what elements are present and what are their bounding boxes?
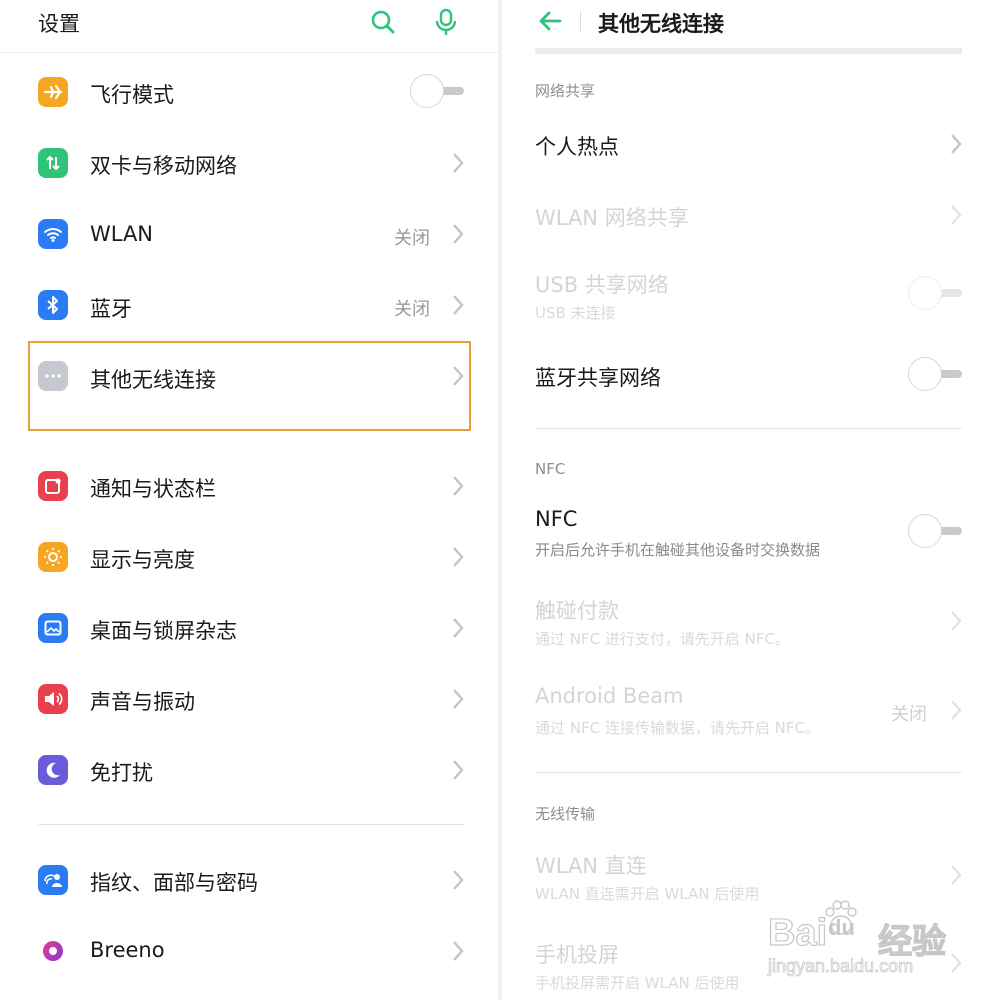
moon-icon	[38, 755, 68, 785]
item-label: 桌面与锁屏杂志	[90, 619, 237, 643]
bluetooth-icon	[38, 290, 68, 320]
chevron-right-icon	[453, 224, 464, 244]
section-header-wireless-transfer: 无线传输	[535, 805, 596, 823]
row-label: 触碰付款	[535, 599, 619, 623]
chevron-right-icon	[453, 689, 464, 709]
header-shadow	[535, 48, 962, 54]
item-label: 声音与振动	[90, 690, 195, 714]
chevron-right-icon	[951, 134, 962, 154]
airplane-mode-toggle[interactable]	[410, 74, 466, 110]
watermark-brand2: du	[828, 915, 855, 940]
row-label: Android Beam	[535, 684, 684, 708]
chevron-right-icon	[951, 205, 962, 225]
bluetooth-status: 关闭	[394, 299, 430, 320]
row-sublabel: WLAN 直连需开启 WLAN 后使用	[535, 885, 760, 903]
usb-sharing-toggle[interactable]	[908, 276, 964, 312]
chevron-right-icon	[951, 865, 962, 885]
settings-main-panel: 设置 飞行模式 双卡与移动网络 WLAN 关闭 蓝牙 关闭 其他无线连接 通知与…	[0, 0, 498, 1000]
other-wireless-panel: 其他无线连接 网络共享 个人热点 WLAN 网络共享 USB 共享网络 USB …	[502, 0, 1000, 1000]
item-label: 通知与状态栏	[90, 477, 216, 501]
sim-data-icon	[38, 148, 68, 178]
item-label: 双卡与移动网络	[90, 154, 237, 178]
chevron-right-icon	[453, 760, 464, 780]
item-label: 飞行模式	[90, 83, 174, 107]
airplane-icon	[38, 77, 68, 107]
wlan-status: 关闭	[394, 228, 430, 249]
fingerprint-face-icon	[38, 865, 68, 895]
chevron-right-icon	[453, 153, 464, 173]
row-label: WLAN 直连	[535, 854, 647, 878]
page-title: 其他无线连接	[598, 12, 724, 36]
microphone-icon[interactable]	[434, 8, 458, 36]
wifi-icon	[38, 219, 68, 249]
android-beam-status: 关闭	[891, 704, 927, 725]
breeno-icon	[38, 936, 68, 966]
section-header-nfc: NFC	[535, 460, 566, 478]
item-label: WLAN	[90, 222, 154, 246]
row-label: NFC	[535, 507, 578, 531]
nfc-toggle[interactable]	[908, 514, 964, 550]
back-arrow-icon[interactable]	[538, 10, 562, 32]
row-sublabel: 开启后允许手机在触碰其他设备时交换数据	[535, 541, 821, 559]
chevron-right-icon	[951, 700, 962, 720]
item-label: 显示与亮度	[90, 548, 195, 572]
row-label: WLAN 网络共享	[535, 206, 689, 230]
chevron-right-icon	[453, 618, 464, 638]
chevron-right-icon	[453, 870, 464, 890]
notification-icon	[38, 471, 68, 501]
row-label: 手机投屏	[535, 943, 619, 967]
watermark-url: jingyan.baidu.com	[768, 956, 914, 977]
title-separator	[580, 11, 581, 31]
search-icon[interactable]	[370, 9, 396, 35]
item-label: 指纹、面部与密码	[90, 871, 258, 895]
item-label: 免打扰	[90, 761, 153, 785]
chevron-right-icon	[951, 611, 962, 631]
highlight-box	[28, 341, 471, 431]
baidu-jingyan-watermark: Bai du 经验 jingyan.baidu.com	[767, 890, 993, 980]
bluetooth-sharing-toggle[interactable]	[908, 357, 964, 393]
section-header-tethering: 网络共享	[535, 82, 596, 100]
brightness-icon	[38, 542, 68, 572]
page-title: 设置	[38, 12, 80, 36]
chevron-right-icon	[453, 547, 464, 567]
chevron-right-icon	[453, 476, 464, 496]
row-sublabel: 通过 NFC 连接传输数据，请先开启 NFC。	[535, 719, 820, 737]
chevron-right-icon	[453, 295, 464, 315]
row-sublabel: USB 未连接	[535, 304, 616, 322]
item-label: 蓝牙	[90, 297, 132, 321]
section-divider	[38, 824, 464, 825]
item-label: Breeno	[90, 938, 165, 962]
header-divider	[0, 52, 498, 53]
row-label: 个人热点	[535, 135, 619, 159]
row-sublabel: 通过 NFC 进行支付，请先开启 NFC。	[535, 630, 790, 648]
row-sublabel: 手机投屏需开启 WLAN 后使用	[535, 974, 740, 992]
watermark-brand: Bai	[767, 911, 828, 954]
section-divider	[535, 428, 962, 429]
sound-icon	[38, 684, 68, 714]
row-label: USB 共享网络	[535, 273, 669, 297]
row-label: 蓝牙共享网络	[535, 366, 661, 390]
chevron-right-icon	[453, 941, 464, 961]
wallpaper-icon	[38, 613, 68, 643]
section-divider	[535, 772, 962, 773]
